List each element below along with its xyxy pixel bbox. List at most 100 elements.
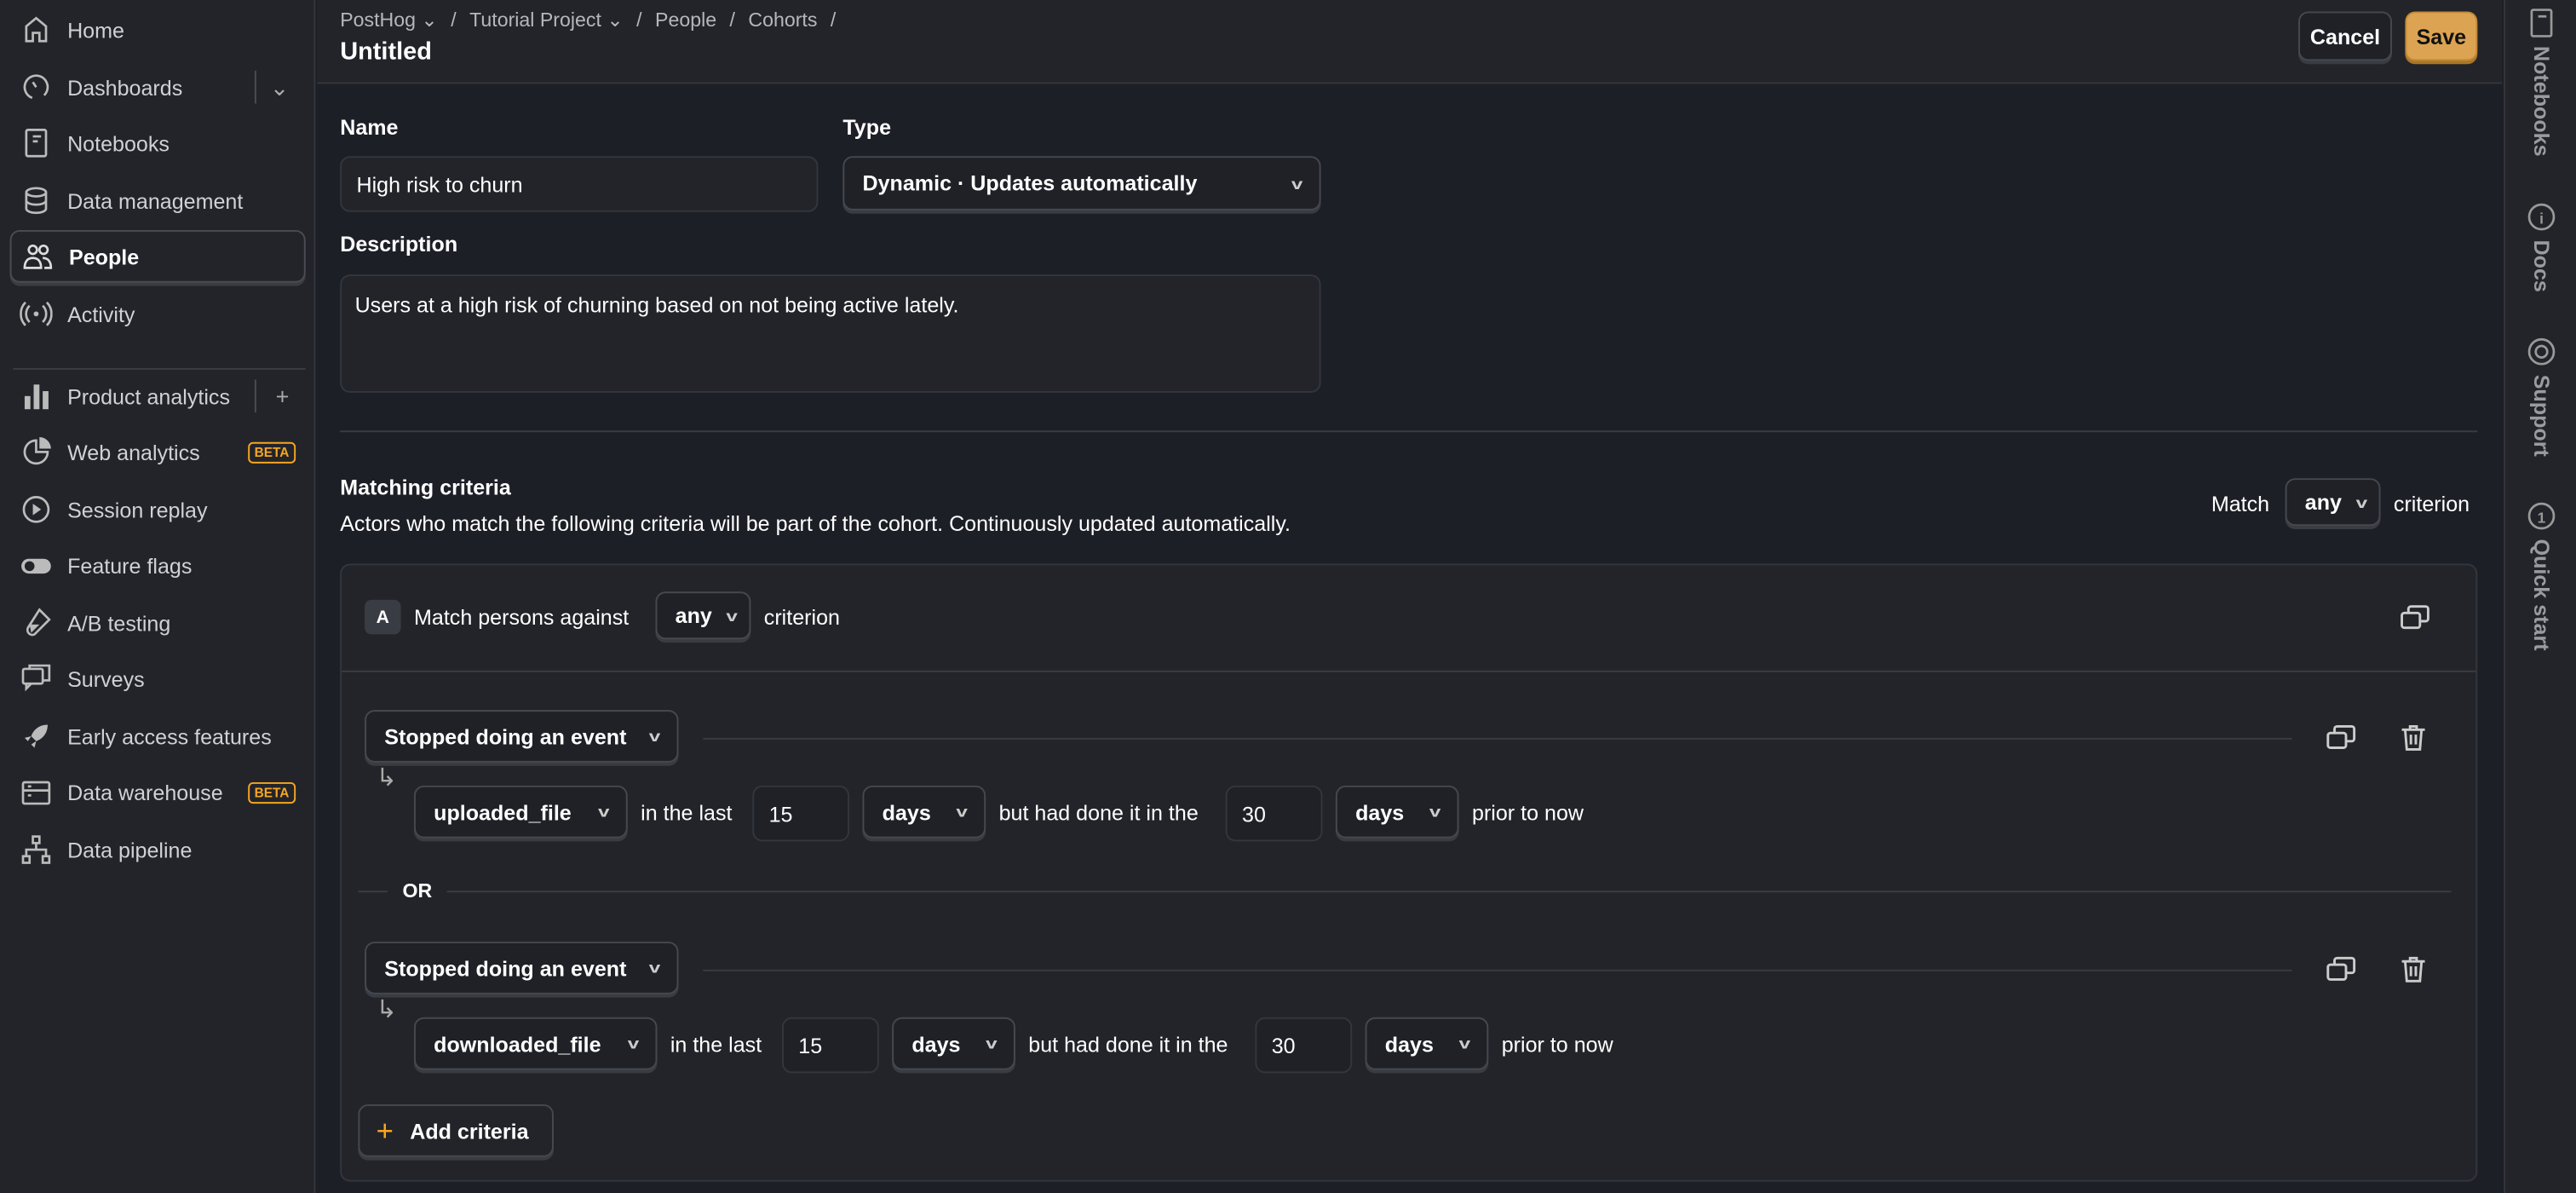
side-panel-docs[interactable]: i Docs: [2525, 200, 2558, 292]
match-label: Match: [2211, 491, 2270, 516]
sidebar-item-a-b-testing[interactable]: A/B testing: [10, 596, 306, 649]
prior-time-unit-select[interactable]: days v: [1365, 1017, 1489, 1070]
divider: [342, 670, 2476, 672]
sidebar-item-label: Web analytics: [67, 439, 200, 464]
sub-arrow-icon: ↳: [376, 764, 397, 792]
prior-to-now-label: prior to now: [1471, 800, 1584, 826]
sidebar-item-home[interactable]: Home: [10, 3, 306, 56]
duplicate-icon[interactable]: [2325, 722, 2358, 755]
breadcrumb-cohorts[interactable]: Cohorts: [748, 9, 817, 32]
trash-icon[interactable]: [2397, 954, 2430, 987]
event-value: downloaded_file: [434, 1031, 601, 1057]
event-select[interactable]: downloaded_file v: [413, 1017, 658, 1070]
side-panel-label: Support: [2529, 374, 2554, 457]
side-panel-label: Quick start: [2529, 539, 2554, 651]
database-icon: [25, 187, 48, 215]
time-unit-value: days: [911, 1031, 961, 1057]
behavior-value: Stopped doing an event: [384, 723, 627, 749]
time-unit-select[interactable]: days v: [892, 1017, 1015, 1070]
event-select[interactable]: uploaded_file v: [413, 785, 628, 839]
broadcast-icon: [20, 301, 53, 326]
sidebar-item-label: People: [68, 244, 140, 269]
time-value-input[interactable]: 15: [752, 785, 850, 842]
sidebar-item-data-pipeline[interactable]: Data pipeline: [10, 823, 306, 876]
type-select[interactable]: Dynamic · Updates automatically v: [842, 156, 1321, 210]
time-unit-value: days: [1384, 1031, 1434, 1057]
home-icon: [25, 16, 48, 43]
criteria-group-card: [340, 563, 2478, 1182]
sidebar-item-label: A/B testing: [67, 610, 171, 636]
plus-icon: +: [376, 1113, 394, 1147]
sidebar-item-surveys[interactable]: Surveys: [10, 653, 306, 706]
header: PostHog ⌄ / Tutorial Project ⌄ / People / C…: [317, 0, 2503, 84]
chevron-down-icon: v: [727, 607, 739, 624]
bar-chart-icon: [24, 384, 49, 410]
side-panel-bar: Notebooks i Docs Support 1 Quick start: [2504, 0, 2576, 1193]
sidebar-item-session-replay[interactable]: Session replay: [10, 483, 306, 536]
play-icon: [22, 496, 50, 523]
page-title[interactable]: Untitled: [340, 37, 432, 66]
chevron-down-icon: v: [648, 960, 661, 977]
prior-to-now-label: prior to now: [1501, 1032, 1613, 1058]
prior-time-unit-select[interactable]: days v: [1335, 785, 1459, 839]
sidebar-item-early-access-features[interactable]: Early access features: [10, 710, 306, 763]
breadcrumb-project[interactable]: Tutorial Project ⌄: [469, 9, 624, 32]
divider: [13, 367, 306, 370]
behavior-select[interactable]: Stopped doing an event v: [365, 942, 679, 994]
chevron-down-icon: v: [2356, 493, 2368, 510]
sub-arrow-icon: ↳: [376, 995, 397, 1024]
save-button[interactable]: Save: [2405, 11, 2478, 61]
side-panel-support[interactable]: Support: [2525, 335, 2558, 457]
cancel-button[interactable]: Cancel: [2298, 11, 2392, 61]
add-criteria-label: Add criteria: [410, 1118, 529, 1144]
breadcrumb-org[interactable]: PostHog ⌄: [340, 9, 438, 32]
copy-group-icon[interactable]: [2399, 602, 2432, 635]
sidebar-item-data-warehouse[interactable]: Data warehouse BETA: [10, 766, 306, 819]
time-value-input[interactable]: 15: [781, 1017, 879, 1074]
pipeline-icon: [21, 835, 51, 864]
time-unit-value: days: [882, 799, 931, 825]
sidebar-item-product-analytics[interactable]: Product analytics +: [10, 370, 306, 423]
group-match-select[interactable]: any v: [655, 591, 751, 640]
trash-icon[interactable]: [2397, 722, 2430, 755]
sidebar-item-label: Data pipeline: [67, 837, 193, 862]
sidebar-item-label: Activity: [67, 301, 135, 326]
breadcrumb-people[interactable]: People: [655, 9, 716, 32]
or-divider: [358, 890, 2452, 893]
plus-icon[interactable]: +: [276, 383, 290, 409]
duplicate-icon[interactable]: [2325, 954, 2358, 987]
sidebar-item-people[interactable]: People: [9, 229, 306, 283]
sidebar-item-data-management[interactable]: Data management: [10, 174, 306, 227]
prior-time-value-input[interactable]: 30: [1255, 1017, 1353, 1074]
description-textarea[interactable]: Users at a high risk of churning based o…: [340, 274, 1321, 393]
chevron-down-icon[interactable]: ⌄: [270, 73, 290, 101]
name-label: Name: [340, 114, 399, 140]
behavior-value: Stopped doing an event: [384, 955, 627, 981]
svg-text:i: i: [2539, 210, 2544, 227]
divider: [340, 430, 2478, 433]
sidebar-item-dashboards[interactable]: Dashboards ⌄: [10, 61, 306, 113]
sidebar-item-web-analytics[interactable]: Web analytics BETA: [10, 425, 306, 478]
side-panel-quick-start[interactable]: 1 Quick start: [2525, 499, 2558, 651]
add-criteria-button[interactable]: + Add criteria: [358, 1104, 554, 1157]
sidebar-item-label: Data warehouse: [67, 780, 223, 805]
sidebar: Home Dashboards ⌄ Notebooks Data management P…: [0, 0, 316, 1193]
in-last-label: in the last: [670, 1032, 762, 1058]
name-input[interactable]: High risk to churn: [340, 156, 819, 212]
time-unit-select[interactable]: days v: [862, 785, 986, 839]
group-match-value: any: [675, 602, 712, 628]
sidebar-item-feature-flags[interactable]: Feature flags: [10, 539, 306, 592]
prior-time-value-input[interactable]: 30: [1225, 785, 1323, 842]
type-label: Type: [842, 114, 892, 140]
chevron-down-icon: v: [1291, 175, 1303, 192]
group-letter-badge: A: [365, 599, 401, 635]
behavior-select[interactable]: Stopped doing an event v: [365, 710, 679, 763]
sidebar-item-notebooks[interactable]: Notebooks: [10, 117, 306, 170]
group-prefix: Match persons against: [413, 604, 630, 630]
chevron-down-icon: v: [1458, 1035, 1471, 1052]
divider: [254, 379, 256, 413]
sidebar-item-activity[interactable]: Activity: [10, 287, 306, 340]
divider: [254, 70, 256, 104]
match-select[interactable]: any v: [2285, 478, 2381, 527]
side-panel-notebooks[interactable]: Notebooks: [2525, 7, 2558, 157]
